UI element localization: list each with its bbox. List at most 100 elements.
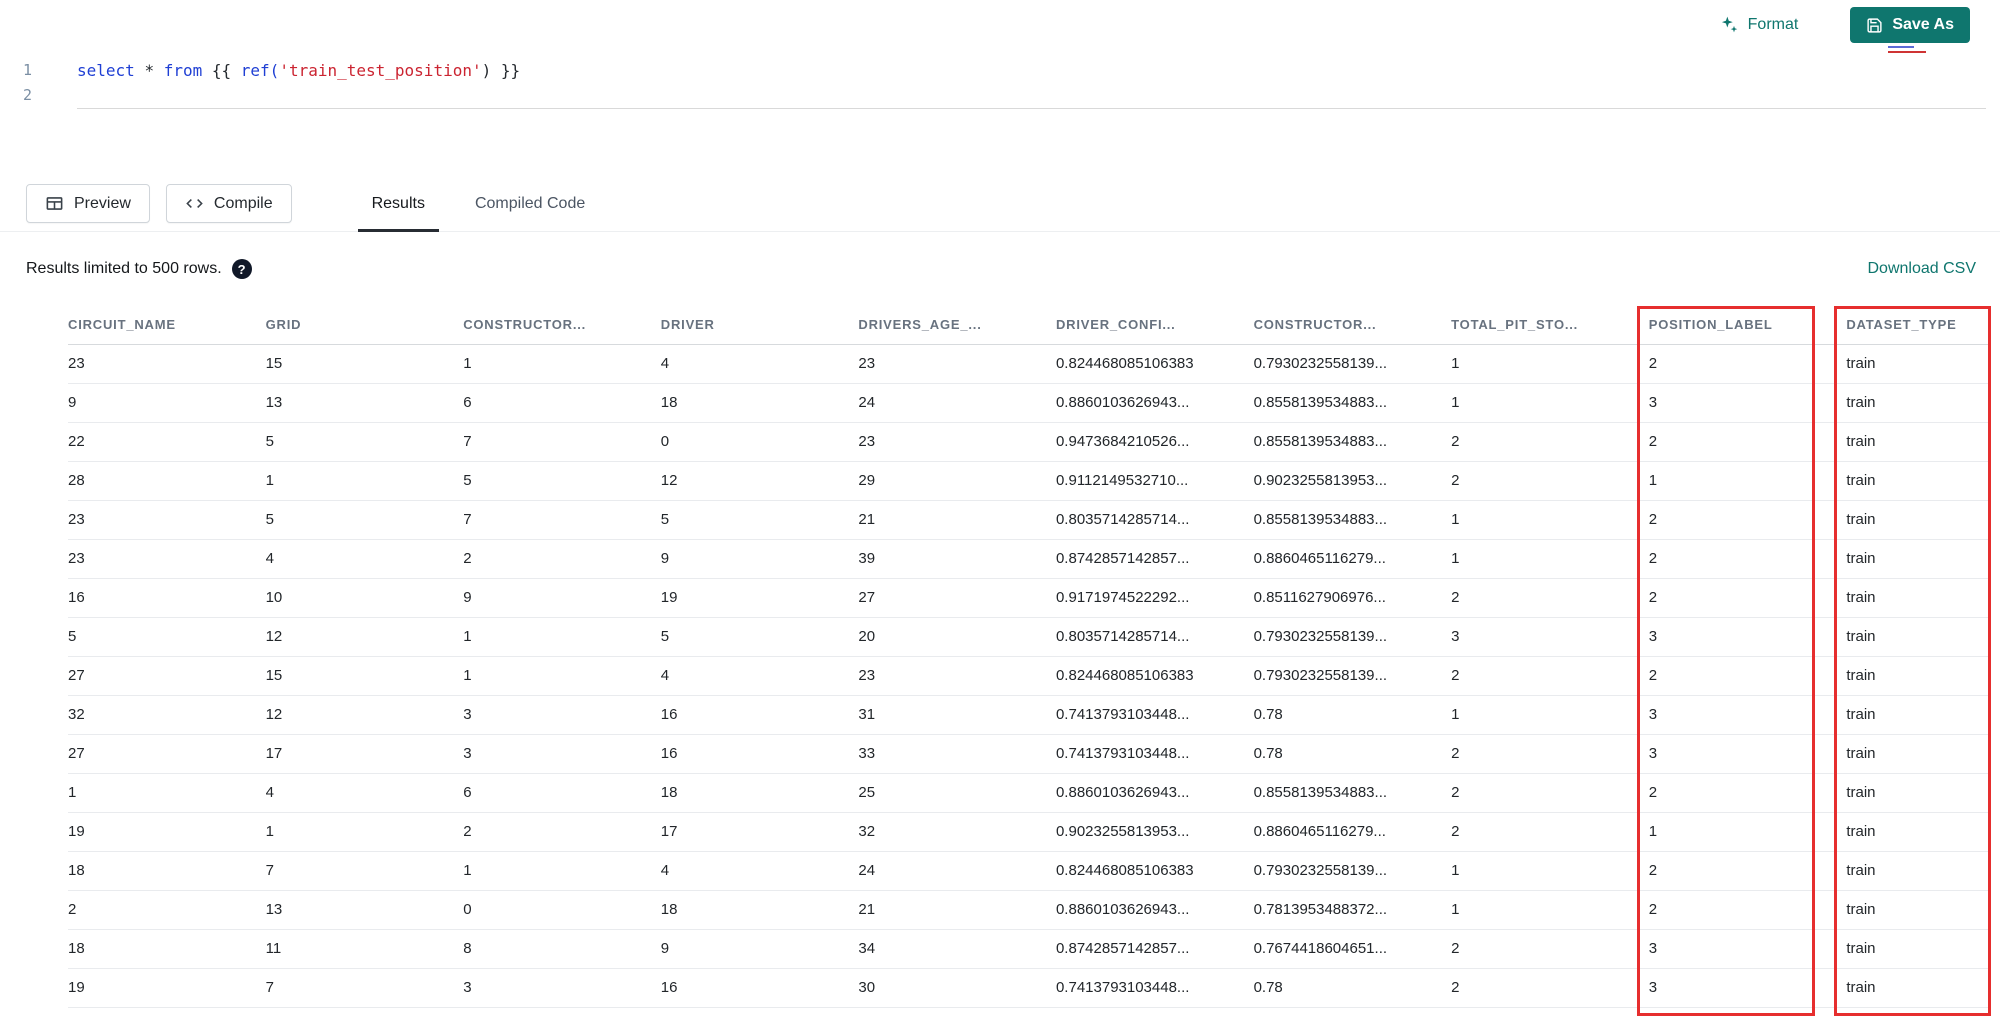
table-cell: 7 — [463, 422, 661, 462]
preview-label: Preview — [74, 194, 131, 212]
column-header: GRID — [265, 306, 464, 345]
table-cell: 18 — [68, 851, 266, 891]
compile-button[interactable]: Compile — [165, 184, 292, 223]
column-header: CIRCUIT_NAME — [68, 306, 266, 345]
table-row: 27 15 1 4 23 0.824468085106383 0.7930232558139… — [68, 656, 1989, 696]
tab-results[interactable]: Results — [357, 176, 440, 232]
table-cell: 6 — [463, 773, 661, 813]
save-icon — [1867, 17, 1882, 33]
table-cell: 18 — [660, 383, 859, 423]
table-cell: 3 — [463, 695, 661, 735]
compile-label: Compile — [213, 194, 273, 212]
help-icon[interactable]: ? — [231, 259, 252, 279]
table-cell: 0.7813953488372... — [1253, 890, 1452, 930]
table-cell: 2 — [1451, 578, 1649, 618]
table-cell: 5 — [68, 617, 266, 657]
table-cell: 0.8860465116279... — [1253, 539, 1452, 579]
line-number: 1 — [22, 61, 32, 79]
table-cell: 1 — [265, 461, 464, 501]
table-cell: 27 — [68, 734, 266, 774]
table-cell: 0.9023255813953... — [1055, 812, 1254, 852]
column-header: CONSTRUCTOR... — [1253, 306, 1452, 345]
table-cell: 0.8860103626943... — [1055, 890, 1254, 930]
table-cell: 31 — [858, 695, 1056, 735]
table-cell: 0.9473684210526... — [1055, 422, 1254, 462]
code-line-2: 2 — [0, 83, 2000, 108]
table-row: 16 10 9 19 27 0.9171974522292... 0.85116279069… — [68, 578, 1989, 618]
code-line-1: 1 select * from {{ ref('train_test_posit… — [0, 58, 2000, 83]
table-cell: train — [1846, 578, 1989, 618]
table-cell: 2 — [1451, 656, 1649, 696]
table-cell: 4 — [660, 656, 859, 696]
table-row: 32 12 3 16 31 0.7413793103448... 0.78 1 3 train — [68, 695, 1989, 735]
column-header: DATASET_TYPE — [1846, 306, 1989, 345]
format-label: Format — [1747, 16, 1799, 33]
sql-editor[interactable]: 1 select * from {{ ref('train_test_posit… — [0, 50, 2000, 176]
tab-results-label: Results — [371, 194, 425, 212]
table-cell: 0.78 — [1253, 968, 1452, 1008]
table-row: 27 17 3 16 33 0.7413793103448... 0.78 2 3 train — [68, 734, 1989, 774]
table-cell: 1 — [1451, 695, 1649, 735]
table-cell: 5 — [265, 500, 464, 540]
table-cell: 23 — [858, 422, 1056, 462]
table-cell: train — [1846, 500, 1989, 540]
table-cell: 0.824468085106383 — [1055, 656, 1254, 696]
table-cell: 1 — [1451, 890, 1649, 930]
results-info-row: Results limited to 500 rows. ? Download … — [0, 232, 2000, 306]
table-cell: 2 — [1648, 851, 1847, 891]
table-cell: 2 — [1648, 539, 1847, 579]
table-cell: 15 — [265, 656, 464, 696]
table-cell: train — [1846, 890, 1989, 930]
table-cell: 12 — [265, 695, 464, 735]
table-cell: 2 — [1451, 422, 1649, 462]
jinja-ref-function: ref( — [240, 61, 280, 80]
table-cell: train — [1846, 773, 1989, 813]
table-cell: 2 — [463, 539, 661, 579]
table-cell: 0.7930232558139... — [1253, 617, 1452, 657]
table-cell: 0.9112149532710... — [1055, 461, 1254, 501]
table-cell: 5 — [463, 461, 661, 501]
table-cell: 1 — [463, 344, 661, 384]
table-cell: 2 — [463, 812, 661, 852]
table-cell: 23 — [68, 344, 266, 384]
table-cell: 2 — [1648, 422, 1847, 462]
table-cell: 18 — [660, 890, 859, 930]
table-cell: 13 — [265, 383, 464, 423]
table-cell: 2 — [1648, 500, 1847, 540]
tab-compiled-code[interactable]: Compiled Code — [473, 176, 587, 231]
table-cell: 2 — [1451, 812, 1649, 852]
table-cell: 0.824468085106383 — [1055, 344, 1254, 384]
table-cell: 0.7930232558139... — [1253, 656, 1452, 696]
table-row: 1 4 6 18 25 0.8860103626943... 0.8558139534883… — [68, 773, 1989, 813]
table-cell: 0.8742857142857... — [1055, 929, 1254, 969]
table-cell: 8 — [463, 929, 661, 969]
column-header: TOTAL_PIT_STO... — [1451, 306, 1649, 345]
sql-keyword: from — [163, 61, 212, 80]
table-cell: 0.8558139534883... — [1253, 500, 1452, 540]
table-cell: 2 — [1451, 773, 1649, 813]
table-cell: 10 — [265, 578, 464, 618]
table-cell: 22 — [68, 422, 266, 462]
table-cell: 3 — [463, 968, 661, 1008]
table-cell: 0.9171974522292... — [1055, 578, 1254, 618]
preview-button[interactable]: Preview — [26, 184, 150, 223]
results-tabs: Results Compiled Code — [357, 176, 588, 232]
download-csv-link[interactable]: Download CSV — [1868, 260, 1977, 278]
table-row: 19 1 2 17 32 0.9023255813953... 0.886046511627… — [68, 812, 1989, 852]
format-button[interactable]: Format — [1719, 15, 1799, 35]
table-cell: 4 — [265, 539, 464, 579]
table-cell: 27 — [68, 656, 266, 696]
table-cell: 2 — [1648, 773, 1847, 813]
table-cell: 3 — [1648, 617, 1847, 657]
save-as-button[interactable]: Save As — [1850, 7, 1970, 43]
table-cell: 4 — [265, 773, 464, 813]
table-cell: 0.8558139534883... — [1253, 383, 1452, 423]
table-cell: 0.7413793103448... — [1055, 695, 1254, 735]
table-cell: 19 — [68, 812, 266, 852]
table-cell: train — [1846, 929, 1989, 969]
table-cell: 12 — [265, 617, 464, 657]
column-header: DRIVERS_AGE_... — [858, 306, 1056, 345]
table-cell: 0.78 — [1253, 695, 1452, 735]
table-cell: 5 — [265, 422, 464, 462]
table-cell: train — [1846, 539, 1989, 579]
